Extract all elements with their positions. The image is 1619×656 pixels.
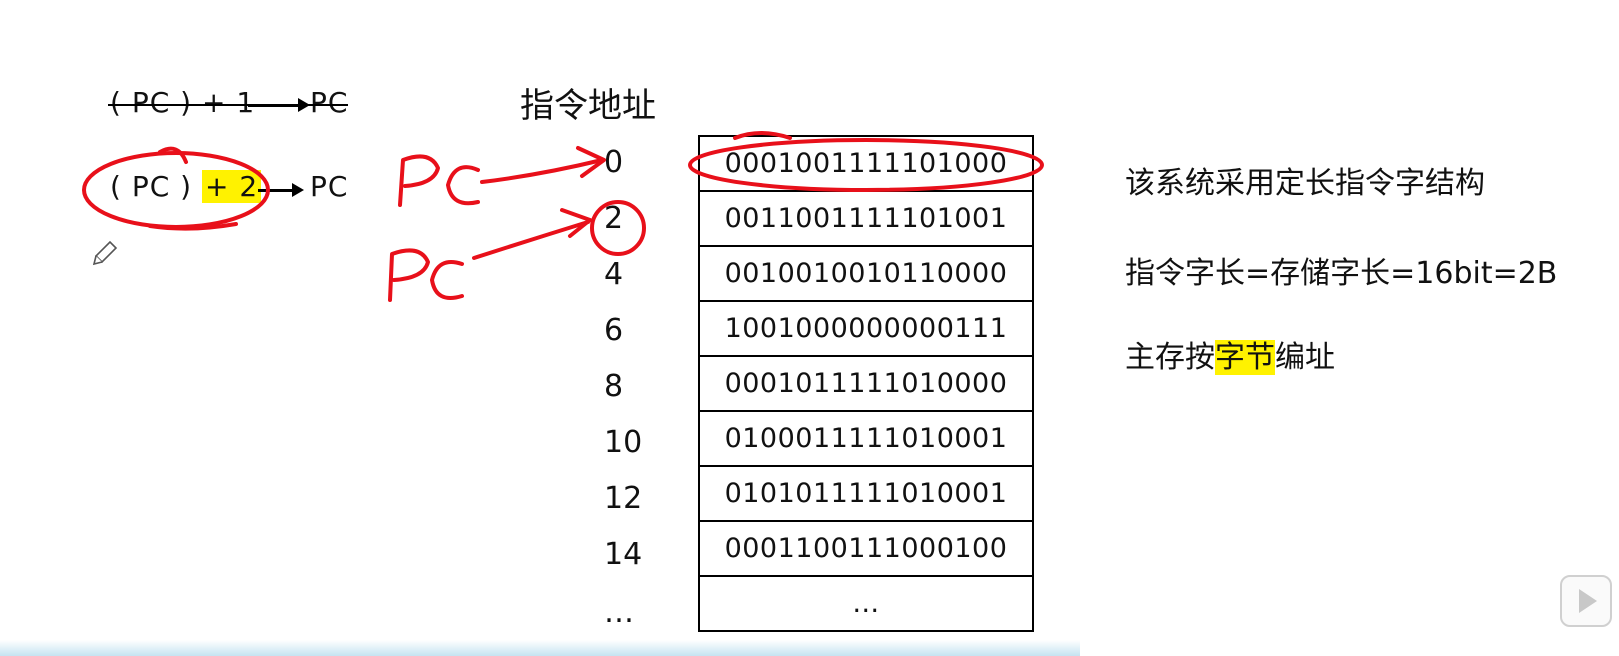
red-circle-formula [82,151,270,229]
handwritten-pc-2 [388,248,430,302]
bottom-decoration [0,640,1080,656]
red-arrow-1 [480,158,604,184]
annotation-layer [82,131,1044,302]
red-circle-address [590,200,646,256]
red-arrow-2 [472,220,590,260]
pencil-icon [92,240,118,266]
play-icon[interactable] [1560,575,1612,627]
handwritten-pc-1 [398,154,440,207]
red-circle-word [688,138,1044,192]
